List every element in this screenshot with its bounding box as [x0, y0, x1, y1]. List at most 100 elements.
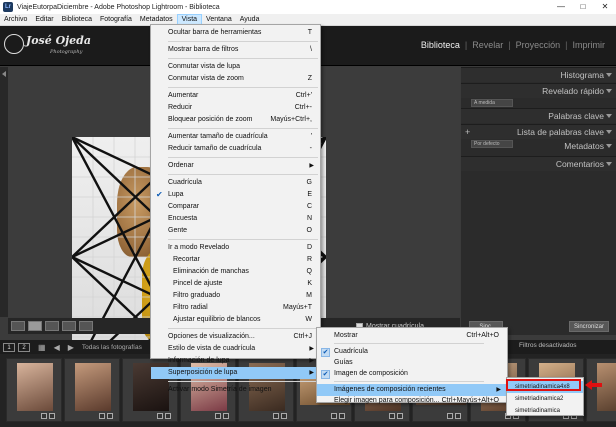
- vista-item-26[interactable]: Filtro graduado M: [151, 290, 320, 302]
- module-tab-3[interactable]: Imprimir: [568, 40, 611, 50]
- menu-item-shortcut: G: [306, 179, 312, 186]
- menu-separator: [168, 41, 318, 42]
- menu-item-shortcut: Ctrl+': [295, 92, 312, 99]
- thumbnail-badge-icon[interactable]: [273, 413, 279, 419]
- vista-item-16[interactable]: Cuadrícula G: [151, 177, 320, 189]
- thumbnail-badge-icon[interactable]: [99, 413, 105, 419]
- vista-item-18[interactable]: Comparar C: [151, 201, 320, 213]
- red-arrow-icon: [585, 380, 602, 390]
- vista-item-5[interactable]: Conmutar vista de zoom Z: [151, 73, 320, 85]
- add-keyword-icon[interactable]: +: [465, 125, 470, 139]
- maximize-icon[interactable]: □: [572, 0, 594, 14]
- vista-item-25[interactable]: Pincel de ajuste K: [151, 278, 320, 290]
- vista-item-7[interactable]: Aumentar Ctrl+': [151, 90, 320, 102]
- vista-item-14[interactable]: Ordenar ▶: [151, 160, 320, 172]
- collapse-triangle-icon[interactable]: [606, 73, 612, 77]
- people-view-button[interactable]: [79, 321, 93, 331]
- vista-item-32[interactable]: Información de lupa ▶: [151, 355, 320, 367]
- filmstrip-thumbnail[interactable]: [586, 358, 616, 422]
- vista-item-0[interactable]: Ocultar barra de herramientas T: [151, 27, 320, 39]
- menu-2[interactable]: Biblioteca: [58, 14, 96, 26]
- vista-item-8[interactable]: Reducir Ctrl+-: [151, 102, 320, 114]
- thumbnail-badge-icon[interactable]: [281, 413, 287, 419]
- vista-item-20[interactable]: Gente O: [151, 225, 320, 237]
- forward-arrow-icon[interactable]: ▶: [68, 343, 74, 352]
- panel-histogram[interactable]: Histograma: [461, 67, 616, 82]
- thumbnail-badge-icon[interactable]: [389, 413, 395, 419]
- close-icon[interactable]: ✕: [594, 0, 616, 14]
- collapse-triangle-icon[interactable]: [606, 89, 612, 93]
- overlay-item-4[interactable]: ✔ Imagen de composición: [317, 368, 507, 380]
- menu-item-shortcut: -: [309, 145, 312, 152]
- quick-develop-preset-select[interactable]: A medida: [471, 99, 513, 107]
- thumbnail-badge-icon[interactable]: [455, 413, 461, 419]
- checkmark-icon: ✔: [156, 190, 163, 199]
- recent-composition-item[interactable]: simetriadinamica: [507, 405, 583, 417]
- panel-quick-develop[interactable]: Revelado rápido: [461, 83, 616, 98]
- vista-item-31[interactable]: Estilo de vista de cuadrícula ▶: [151, 343, 320, 355]
- thumbnail-badge-icon[interactable]: [165, 413, 171, 419]
- expand-left-panel-icon[interactable]: [2, 71, 6, 77]
- overlay-item-0[interactable]: Mostrar Ctrl+Alt+O: [317, 330, 507, 342]
- vista-item-28[interactable]: Ajustar equilibrio de blancos W: [151, 314, 320, 326]
- vista-item-30[interactable]: Opciones de visualización... Ctrl+J: [151, 331, 320, 343]
- thumbnail-badge-icon[interactable]: [331, 413, 337, 419]
- vista-item-33[interactable]: Superposición de lupa ▶: [151, 367, 320, 379]
- primary-window-button[interactable]: 1: [3, 342, 15, 352]
- secondary-window-button[interactable]: 2: [18, 342, 30, 352]
- minimize-icon[interactable]: —: [550, 0, 572, 14]
- vista-item-2[interactable]: Mostrar barra de filtros \: [151, 44, 320, 56]
- panel-keyword-list[interactable]: + Lista de palabras clave: [461, 124, 616, 139]
- thumbnail-badge-icon[interactable]: [223, 413, 229, 419]
- filmstrip-filter-value[interactable]: Filtros desactivados: [519, 342, 576, 349]
- vista-item-11[interactable]: Aumentar tamaño de cuadrícula ': [151, 131, 320, 143]
- panel-comments[interactable]: Comentarios: [461, 156, 616, 171]
- left-panel-collapsed[interactable]: [0, 67, 8, 317]
- vista-item-4[interactable]: Conmutar vista de lupa: [151, 61, 320, 73]
- panel-metadata[interactable]: Metadatos: [461, 139, 616, 154]
- filmstrip-thumbnail[interactable]: [6, 358, 62, 422]
- vista-item-23[interactable]: Recortar R: [151, 254, 320, 266]
- vista-item-19[interactable]: Encuesta N: [151, 213, 320, 225]
- sync-settings-button[interactable]: Sincronizar: [569, 321, 609, 332]
- thumbnail-badge-icon[interactable]: [49, 413, 55, 419]
- thumbnail-badge-icon[interactable]: [157, 413, 163, 419]
- vista-item-17[interactable]: ✔ Lupa E: [151, 189, 320, 201]
- panel-keywording[interactable]: Palabras clave: [461, 108, 616, 123]
- vista-item-35[interactable]: Activar modo Simetría de imagen: [151, 384, 320, 396]
- filmstrip-thumbnail[interactable]: [64, 358, 120, 422]
- module-tab-2[interactable]: Proyección: [511, 40, 566, 50]
- compare-view-button[interactable]: [45, 321, 59, 331]
- thumbnail-badge-icon[interactable]: [41, 413, 47, 419]
- module-tab-0[interactable]: Biblioteca: [416, 40, 465, 50]
- menu-0[interactable]: Archivo: [0, 14, 31, 26]
- collapse-triangle-icon[interactable]: [606, 114, 612, 118]
- logo-mark-icon: [4, 34, 24, 54]
- lightroom-app-icon: Lr: [3, 2, 13, 12]
- grid-view-button[interactable]: [11, 321, 25, 331]
- thumbnail-badge-icon[interactable]: [339, 413, 345, 419]
- vista-item-27[interactable]: Filtro radial Mayús+T: [151, 302, 320, 314]
- survey-view-button[interactable]: [62, 321, 76, 331]
- thumbnail-badge-icon[interactable]: [215, 413, 221, 419]
- collapse-triangle-icon[interactable]: [606, 144, 612, 148]
- submenu-arrow-icon: ▶: [309, 163, 314, 169]
- vista-item-22[interactable]: Ir a modo Revelado D: [151, 242, 320, 254]
- vista-item-24[interactable]: Eliminación de manchas Q: [151, 266, 320, 278]
- vista-item-9[interactable]: Bloquear posición de zoom Mayús+Ctrl+,: [151, 114, 320, 126]
- menu-1[interactable]: Editar: [31, 14, 57, 26]
- filmstrip-source[interactable]: Todas las fotografías: [82, 344, 142, 351]
- thumbnail-badge-icon[interactable]: [107, 413, 113, 419]
- back-arrow-icon[interactable]: ◀: [54, 343, 60, 352]
- grid-icon[interactable]: ▦: [38, 343, 46, 352]
- overlay-item-7[interactable]: Elegir imagen para composición... Ctrl+Ma…: [317, 395, 507, 407]
- vista-item-12[interactable]: Reducir tamaño de cuadrícula -: [151, 143, 320, 155]
- recent-composition-item[interactable]: simetriadinamica2: [507, 393, 583, 405]
- collapse-triangle-icon[interactable]: [606, 162, 612, 166]
- menu-3[interactable]: Fotografía: [96, 14, 136, 26]
- collapse-triangle-icon[interactable]: [606, 130, 612, 134]
- thumbnail-badge-icon[interactable]: [447, 413, 453, 419]
- loupe-view-button[interactable]: [28, 321, 42, 331]
- module-tab-1[interactable]: Revelar: [467, 40, 508, 50]
- thumbnail-badge-icon[interactable]: [397, 413, 403, 419]
